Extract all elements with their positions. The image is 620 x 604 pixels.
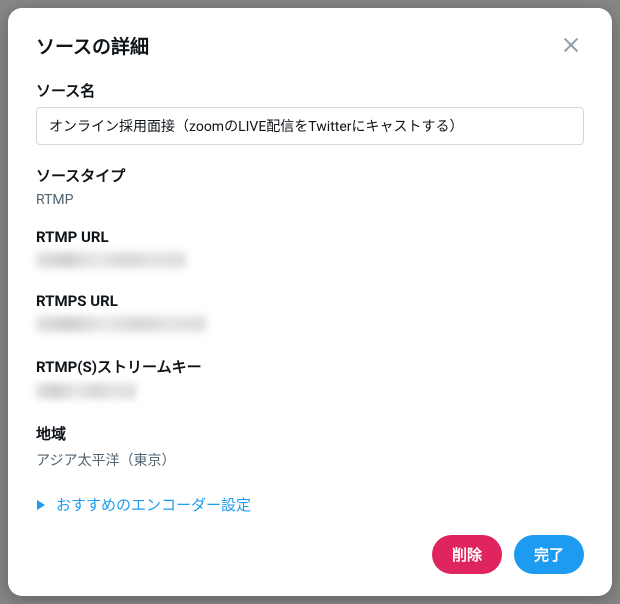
rtmp-url-label: RTMP URL xyxy=(36,228,584,246)
encoder-settings-toggle[interactable]: おすすめのエンコーダー設定 xyxy=(36,490,584,517)
modal-title: ソースの詳細 xyxy=(36,32,149,59)
source-type-label: ソースタイプ xyxy=(36,165,584,186)
source-name-input[interactable] xyxy=(36,107,584,145)
source-details-modal: ソースの詳細 ソース名 ソースタイプ RTMP RTMP URL RTMPS U… xyxy=(8,8,612,596)
rtmps-url-value xyxy=(36,316,584,336)
stream-key-field: RTMP(S)ストリームキー xyxy=(36,356,584,403)
delete-button[interactable]: 削除 xyxy=(432,535,502,574)
done-button[interactable]: 完了 xyxy=(514,535,584,574)
source-type-field: ソースタイプ RTMP xyxy=(36,165,584,208)
chevron-right-icon xyxy=(36,499,46,511)
source-type-value: RTMP xyxy=(36,192,584,208)
encoder-settings-label: おすすめのエンコーダー設定 xyxy=(56,494,251,515)
region-value: アジア太平洋（東京） xyxy=(36,450,584,470)
source-name-field: ソース名 xyxy=(36,80,584,145)
close-button[interactable] xyxy=(554,28,588,62)
modal-body: ソース名 ソースタイプ RTMP RTMP URL RTMPS URL RTMP… xyxy=(8,72,612,517)
region-field: 地域 アジア太平洋（東京） xyxy=(36,423,584,470)
rtmp-url-field: RTMP URL xyxy=(36,228,584,272)
modal-footer: 削除 完了 xyxy=(8,517,612,596)
source-name-label: ソース名 xyxy=(36,80,584,101)
close-icon xyxy=(560,34,582,56)
stream-key-label: RTMP(S)ストリームキー xyxy=(36,356,584,377)
modal-header: ソースの詳細 xyxy=(8,8,612,72)
rtmps-url-label: RTMPS URL xyxy=(36,292,584,310)
rtmps-url-field: RTMPS URL xyxy=(36,292,584,336)
rtmp-url-value xyxy=(36,252,584,272)
stream-key-value xyxy=(36,383,584,403)
region-label: 地域 xyxy=(36,423,584,444)
